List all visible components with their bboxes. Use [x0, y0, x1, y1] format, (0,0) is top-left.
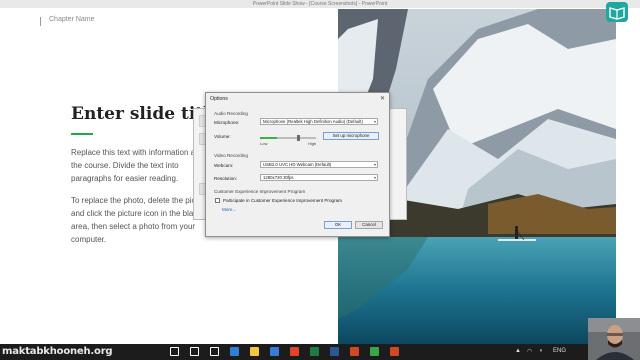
options-dialog: Options ✕ Audio Recording Microphone: Mi…: [205, 92, 390, 237]
ceip-section-label: Customer Experience Improvement Program: [214, 189, 306, 194]
slide-paragraph-2: To replace the photo, delete the picture…: [71, 196, 210, 244]
volume-label: Volume:: [214, 134, 231, 139]
chapter-name: Chapter Name: [49, 16, 95, 23]
edge-icon[interactable]: [230, 347, 239, 356]
store-icon[interactable]: [270, 347, 279, 356]
chevron-down-icon: ▾: [373, 162, 376, 167]
webcam-overlay: [588, 318, 640, 360]
setup-microphone-button[interactable]: Set up microphone: [323, 132, 379, 140]
cancel-button[interactable]: Cancel: [355, 221, 383, 229]
dialog-title: Options: [210, 96, 228, 102]
resolution-value: 1280x720 30fps: [263, 175, 294, 180]
microphone-select[interactable]: Microphone (Realtek High Definition Audi…: [260, 118, 378, 125]
ceip-checkbox[interactable]: [215, 198, 220, 203]
chrome-icon[interactable]: [290, 347, 299, 356]
app-icon[interactable]: [390, 347, 399, 356]
ok-button[interactable]: OK: [324, 221, 352, 229]
video-section-label: Video Recording: [214, 153, 248, 158]
file-explorer-icon[interactable]: [250, 347, 259, 356]
ceip-checkbox-label: Participate in Customer Experience Impro…: [223, 198, 342, 203]
webcam-value: USB2.0 UVC HD Webcam (Default): [263, 162, 332, 167]
book-logo-icon: [606, 2, 628, 22]
site-watermark: maktabkhooneh.org: [2, 346, 113, 357]
volume-low-label: Low: [260, 141, 268, 146]
search-icon[interactable]: [190, 347, 199, 356]
resolution-select[interactable]: 1280x720 30fps ▾: [260, 174, 378, 181]
excel-icon[interactable]: [310, 347, 319, 356]
network-icon[interactable]: ▲: [515, 348, 521, 354]
more-link[interactable]: More...: [222, 207, 236, 212]
resolution-label: Resolution:: [214, 176, 237, 181]
chevron-down-icon: ▾: [373, 175, 376, 180]
audio-section-label: Audio Recording: [214, 111, 248, 116]
volume-slider[interactable]: [260, 135, 316, 141]
microphone-value: Microphone (Realtek High Definition Audi…: [263, 119, 363, 124]
chevron-down-icon: ▾: [373, 119, 376, 124]
close-icon[interactable]: ✕: [380, 95, 385, 102]
language-indicator[interactable]: ENG: [553, 348, 566, 354]
word-icon[interactable]: [330, 347, 339, 356]
task-view-icon[interactable]: [210, 347, 219, 356]
title-underline: [71, 133, 93, 135]
windows-icon[interactable]: [170, 347, 179, 356]
powerpoint-icon[interactable]: [350, 347, 359, 356]
volume-high-label: High: [308, 141, 317, 146]
wifi-icon[interactable]: ◠: [527, 348, 532, 355]
camtasia-icon[interactable]: [370, 347, 379, 356]
window-title: PowerPoint Slide Show - [Course Screensh…: [252, 1, 388, 7]
webcam-select[interactable]: USB2.0 UVC HD Webcam (Default) ▾: [260, 161, 378, 168]
volume-icon[interactable]: ◖: [539, 348, 543, 354]
microphone-label: Microphone:: [214, 120, 240, 125]
slide-paragraph-1: Replace this text with information about…: [71, 148, 211, 183]
chapter-divider: [40, 17, 41, 26]
volume-fill: [260, 137, 277, 139]
volume-thumb[interactable]: [296, 135, 300, 141]
webcam-label: Webcam:: [214, 163, 234, 168]
